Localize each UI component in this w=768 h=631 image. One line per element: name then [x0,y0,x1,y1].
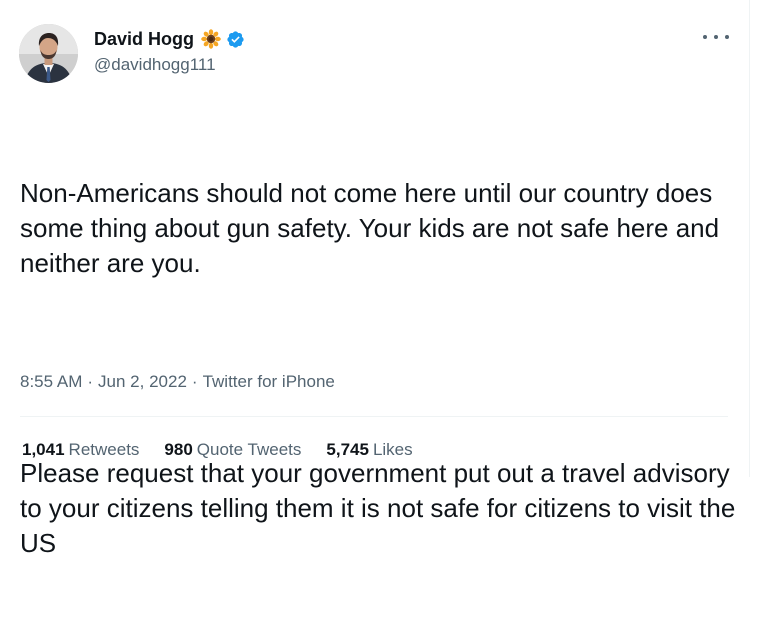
tweet-card: David Hogg @davidhogg111 Non-Americans s… [0,0,750,558]
sunflower-icon [201,29,221,49]
tweet-meta: 8:55 AM · Jun 2, 2022 · Twitter for iPho… [20,371,335,393]
author-block: David Hogg @davidhogg111 [94,28,245,75]
likes-count: 5,745 [326,440,369,459]
tweet-time[interactable]: 8:55 AM [20,371,82,393]
author-name-row: David Hogg [94,28,245,50]
likes-stat[interactable]: 5,745 Likes [326,439,412,461]
author-display-name[interactable]: David Hogg [94,28,194,50]
more-dot [725,35,729,39]
retweets-stat[interactable]: 1,041 Retweets [22,439,139,461]
more-dot [714,35,718,39]
avatar-photo [19,24,78,83]
tweet-source[interactable]: Twitter for iPhone [203,371,335,393]
retweets-count: 1,041 [22,440,65,459]
meta-separator: · [87,372,94,391]
meta-separator: · [191,372,198,391]
more-options-icon[interactable] [703,30,729,44]
quote-tweets-stat[interactable]: 980 Quote Tweets [164,439,301,461]
divider [20,416,728,417]
avatar[interactable] [19,24,78,83]
tweet-header: David Hogg @davidhogg111 [19,24,731,84]
tweet-date[interactable]: Jun 2, 2022 [98,371,187,393]
likes-label: Likes [372,440,413,459]
tweet-stats: 1,041 Retweets 980 Quote Tweets 5,745 Likes [22,439,438,461]
verified-badge-icon [226,30,245,49]
retweets-label: Retweets [68,440,140,459]
tweet-paragraph: Non-Americans should not come here until… [20,178,727,278]
quote-tweets-count: 980 [164,440,193,459]
more-dot [703,35,707,39]
quote-tweets-label: Quote Tweets [196,440,302,459]
author-handle[interactable]: @davidhogg111 [94,55,245,75]
tweet-paragraph: Please request that your government put … [20,458,743,558]
tweet-text: Non-Americans should not come here until… [20,106,738,631]
